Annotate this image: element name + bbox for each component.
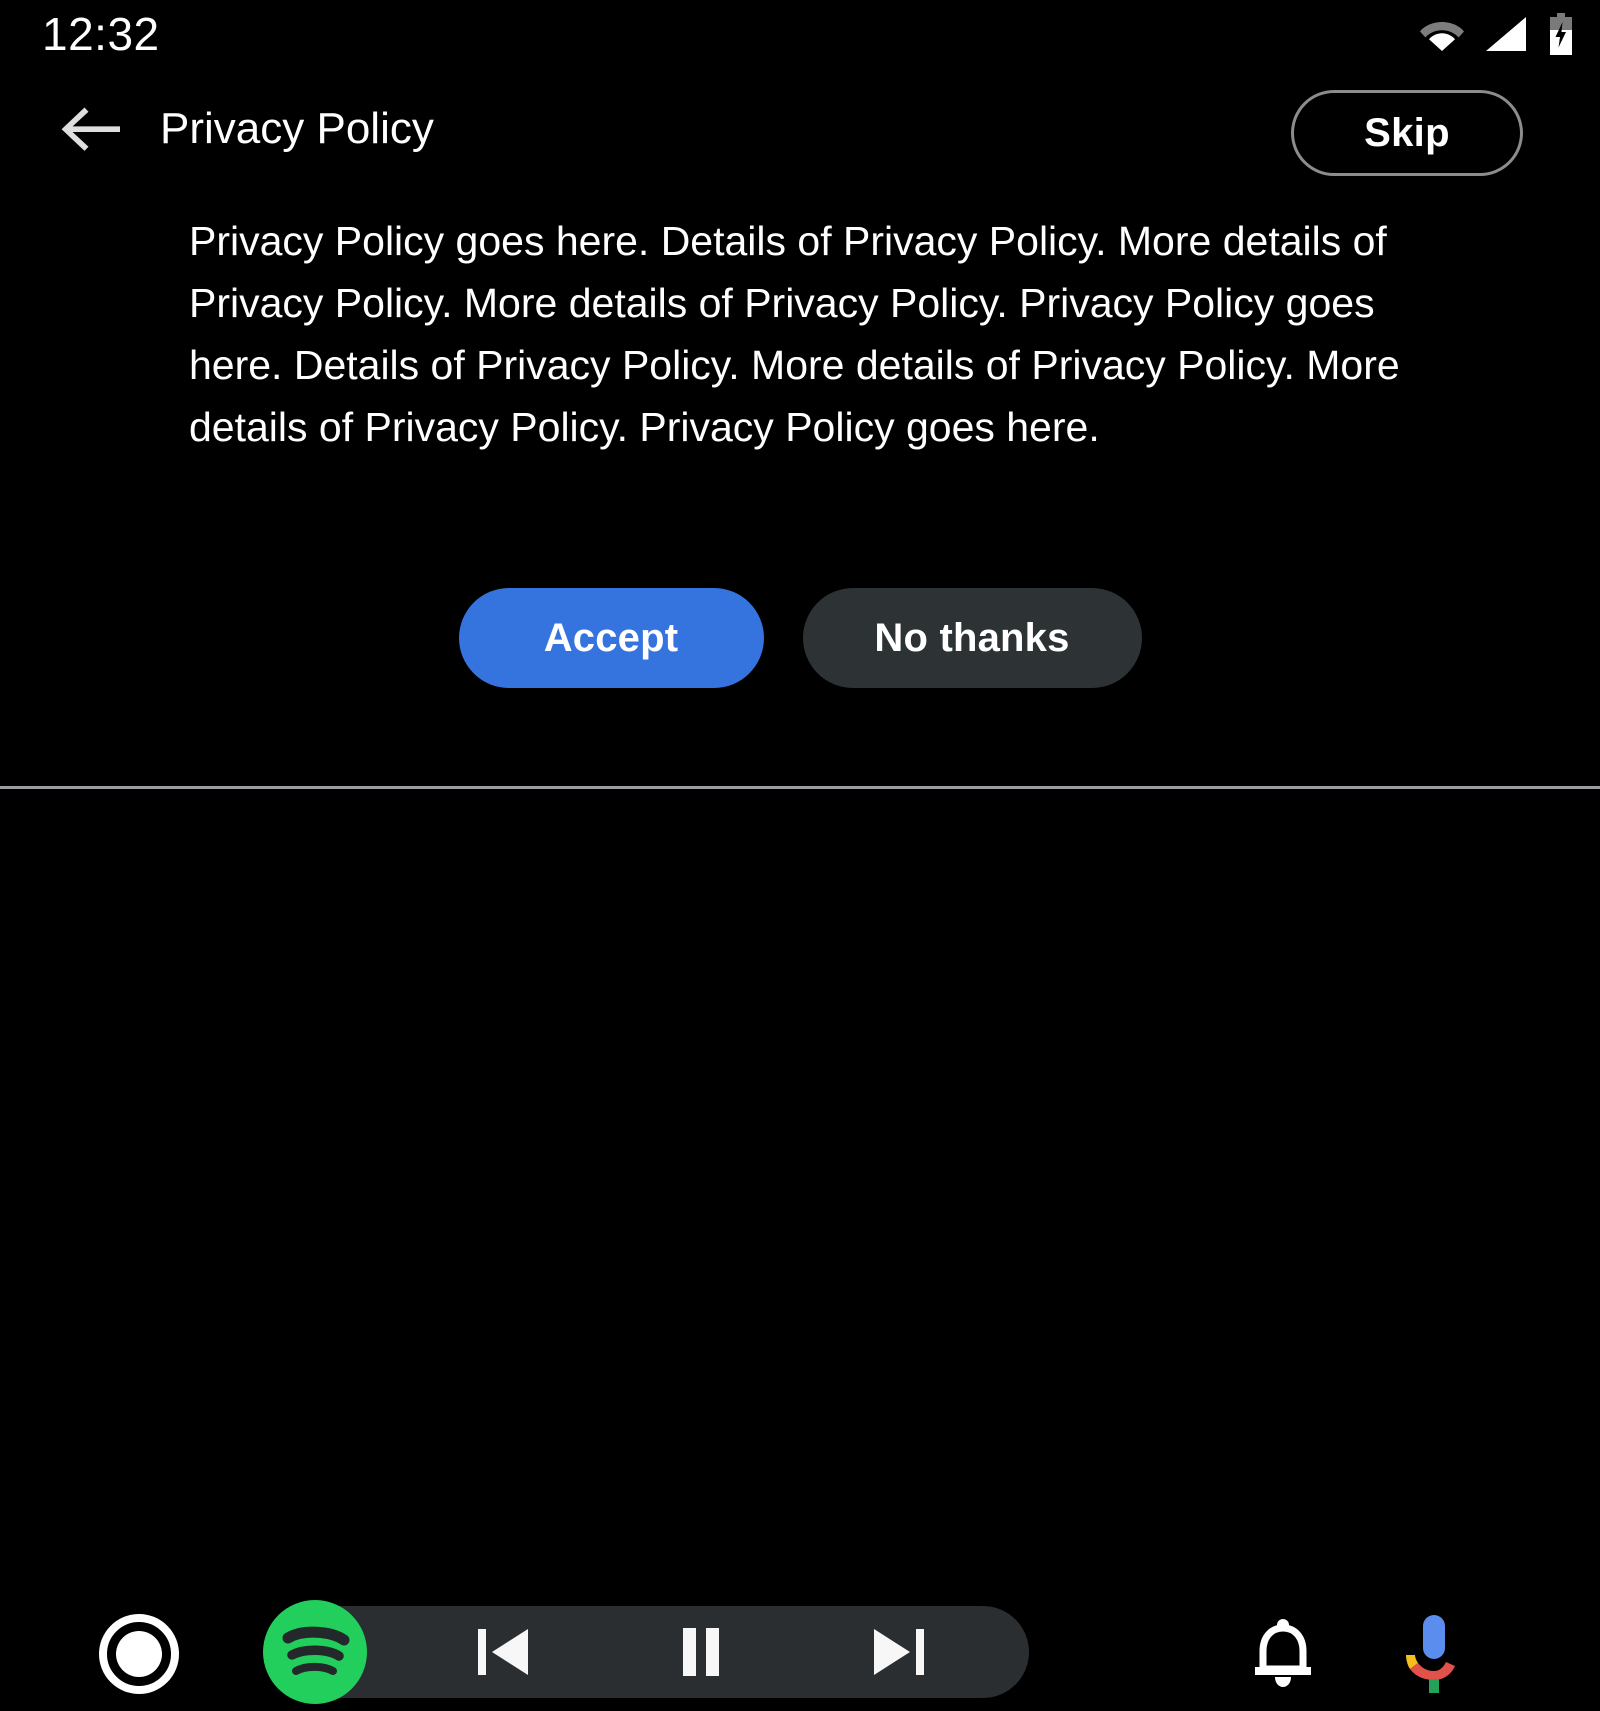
accept-button[interactable]: Accept xyxy=(458,588,764,688)
status-bar: 12:32 xyxy=(0,0,1600,68)
bell-icon xyxy=(1255,1619,1311,1687)
no-thanks-button[interactable]: No thanks xyxy=(802,588,1142,688)
spotify-app-button[interactable] xyxy=(261,1598,369,1706)
skip-previous-icon xyxy=(478,1629,528,1675)
arrow-left-icon xyxy=(61,107,120,151)
home-button[interactable] xyxy=(97,1612,181,1696)
spotify-icon xyxy=(263,1600,367,1704)
skip-next-icon xyxy=(874,1629,924,1675)
next-track-button[interactable] xyxy=(856,1620,942,1684)
google-assistant-mic-icon xyxy=(1406,1615,1455,1693)
assistant-button[interactable] xyxy=(1396,1613,1468,1695)
status-clock: 12:32 xyxy=(42,8,160,60)
pause-icon xyxy=(683,1628,719,1676)
status-icon-group xyxy=(1420,12,1574,56)
home-circle-icon xyxy=(99,1614,179,1694)
page-title: Privacy Policy xyxy=(160,104,434,153)
content-area: Privacy Policy goes here. Details of Pri… xyxy=(0,190,1600,788)
bottom-nav-bar xyxy=(0,789,1600,1704)
cellular-signal-icon xyxy=(1486,17,1526,51)
media-control-pill xyxy=(263,1600,1029,1704)
privacy-policy-text: Privacy Policy goes here. Details of Pri… xyxy=(189,218,1400,450)
battery-charging-icon xyxy=(1550,13,1572,55)
skip-button[interactable]: Skip xyxy=(1291,90,1523,176)
action-button-row: Accept No thanks xyxy=(0,588,1600,688)
back-button[interactable] xyxy=(52,96,130,162)
wifi-icon xyxy=(1420,22,1464,51)
app-header: Privacy Policy Skip xyxy=(0,68,1600,190)
pause-button[interactable] xyxy=(658,1620,744,1684)
notifications-button[interactable] xyxy=(1245,1616,1321,1692)
android-auto-screen: 12:32 Privacy Policy Skip Privacy Policy… xyxy=(0,0,1600,1704)
previous-track-button[interactable] xyxy=(460,1620,546,1684)
